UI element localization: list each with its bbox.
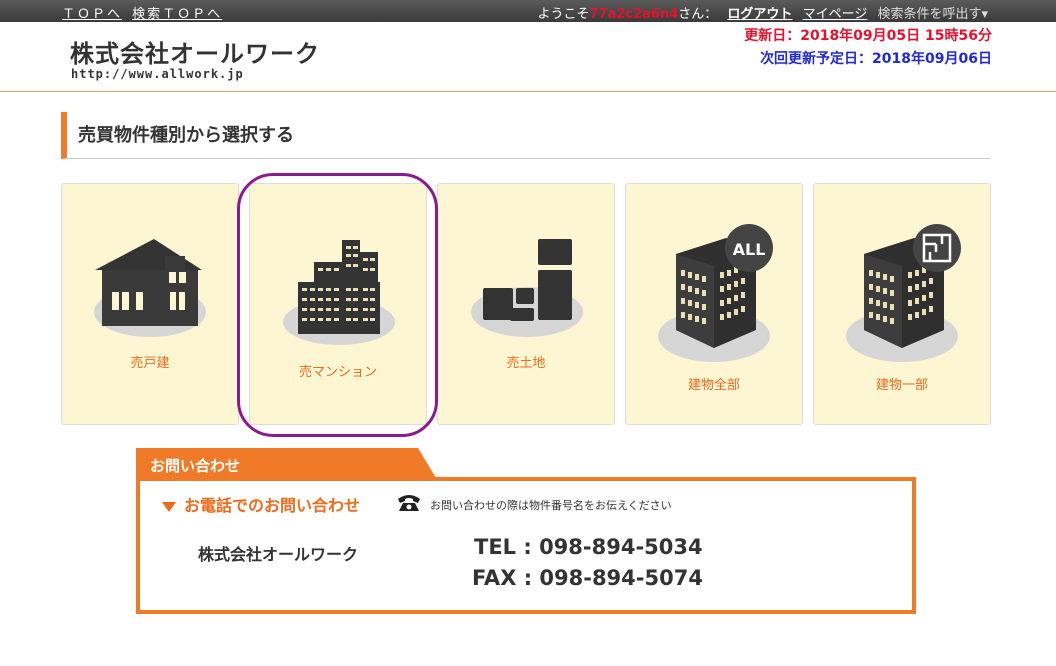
phone-number[interactable]: TEL : 098-894-5034 <box>474 535 703 559</box>
welcome-prefix: ようこそ <box>537 7 590 22</box>
company-logo[interactable]: 株式会社オールワーク <box>70 34 320 69</box>
category-label: 売戸建 <box>130 356 170 371</box>
building-all-icon: ALL <box>658 224 773 362</box>
username: 77a2c2a6n4 <box>589 7 679 22</box>
recall-search-button[interactable]: 検索条件を呼出す▾ <box>877 7 988 22</box>
house-icon <box>94 239 206 337</box>
building-part-icon <box>846 224 961 362</box>
welcome-suffix: さん： <box>678 7 718 22</box>
all-badge-text: ALL <box>733 240 766 259</box>
contact-note: お問い合わせの際は物件番号名をお伝えください <box>430 499 672 512</box>
triangle-down-icon <box>162 501 176 512</box>
section-title: 売買物件種別から選択する <box>78 125 294 146</box>
section-heading: 売買物件種別から選択する <box>61 112 991 159</box>
contact-tab-title: お問い合わせ <box>150 457 241 475</box>
telephone-icon <box>398 495 420 511</box>
apartment-icon <box>283 240 395 345</box>
fax-number: FAX : 098-894-5074 <box>472 566 703 590</box>
category-card-house[interactable]: 売戸建 <box>61 183 239 425</box>
mypage-link[interactable]: マイページ <box>803 7 868 22</box>
site-header: 株式会社オールワーク http://www.allwork.jp 更新日：201… <box>0 22 1056 92</box>
category-card-building-part[interactable]: 建物一部 <box>813 183 991 425</box>
top-link[interactable]: ＴＯＰへ <box>62 7 122 22</box>
contact-box: お電話でのお問い合わせ お問い合わせの際は物件番号名をお伝えください 株式会社オ… <box>136 477 916 614</box>
category-card-land[interactable]: 売土地 <box>437 183 615 425</box>
search-top-link[interactable]: 検索ＴＯＰへ <box>132 7 222 22</box>
land-icon <box>471 239 583 337</box>
logout-link[interactable]: ログアウト <box>727 7 792 22</box>
category-label: 建物一部 <box>875 378 928 393</box>
category-card-mansion[interactable]: 売マンション <box>249 183 427 425</box>
top-bar-left-links: ＴＯＰへ 検索ＴＯＰへ <box>62 3 228 22</box>
updated-date: 更新日：2018年09月05日 15時56分 <box>744 28 992 44</box>
category-label: 売土地 <box>506 356 546 371</box>
top-bar: ＴＯＰへ 検索ＴＯＰへ ようこそ77a2c2a6n4さん： ログアウト マイペー… <box>0 0 1056 22</box>
category-label: 建物全部 <box>687 378 740 393</box>
phone-contact-heading: お電話でのお問い合わせ <box>162 492 360 516</box>
top-bar-right: ようこそ77a2c2a6n4さん： ログアウト マイページ 検索条件を呼出す▾ <box>537 3 988 22</box>
contact-company: 株式会社オールワーク <box>198 545 359 564</box>
next-update-date: 次回更新予定日：2018年09月06日 <box>760 51 992 67</box>
category-card-building-all[interactable]: ALL 建物全部 <box>625 183 803 425</box>
site-url: http://www.allwork.jp <box>71 67 244 81</box>
category-label: 売マンション <box>298 365 377 380</box>
contact-tab: お問い合わせ <box>136 448 436 478</box>
